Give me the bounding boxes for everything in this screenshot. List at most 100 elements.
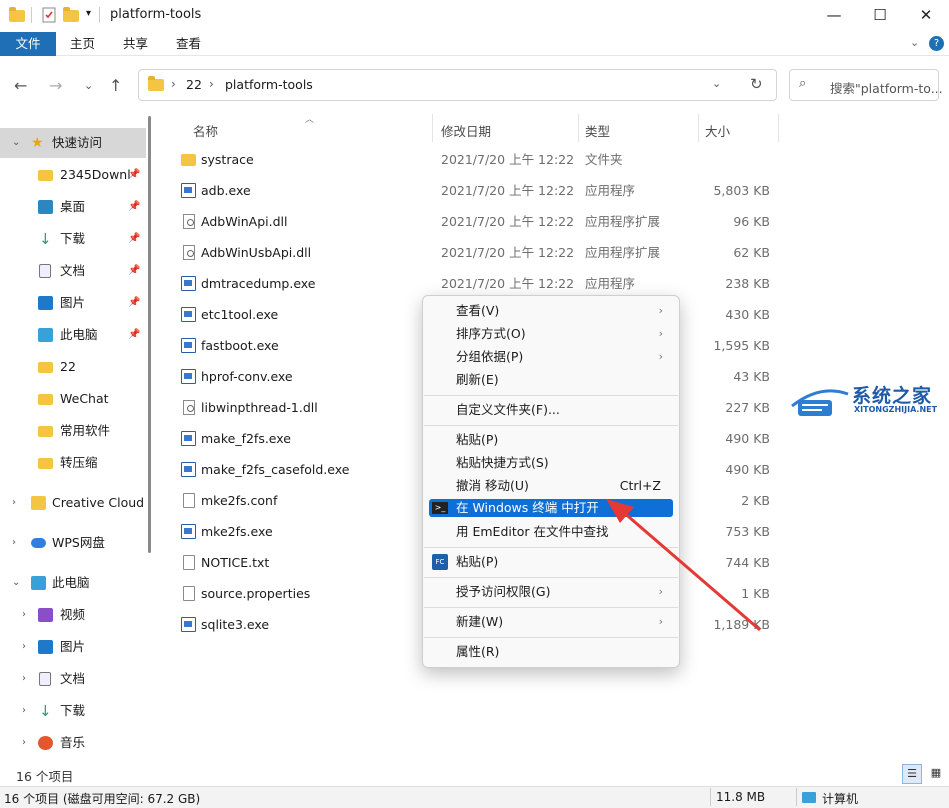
- column-size[interactable]: 大小: [705, 121, 730, 140]
- address-bar[interactable]: › 22 › platform-tools ⌄ ↻: [138, 69, 777, 101]
- column-divider[interactable]: [778, 114, 779, 142]
- folder-icon: [38, 426, 53, 437]
- sidebar-item-quick-access[interactable]: ⌄ ★ 快速访问: [0, 128, 146, 158]
- sidebar-item-label: 视频: [60, 607, 86, 622]
- application-icon: [181, 431, 196, 446]
- table-row[interactable]: AdbWinUsbApi.dll 2021/7/20 上午 12:22 应用程序扩展…: [160, 237, 780, 268]
- large-icons-view-icon[interactable]: ▦: [926, 764, 946, 784]
- menu-separator: [424, 425, 678, 426]
- search-icon: ⌕: [799, 76, 807, 91]
- sidebar-item-documents-pc[interactable]: › 文档: [0, 664, 146, 694]
- sidebar-item-compress[interactable]: 转压缩: [0, 448, 146, 478]
- chevron-down-icon[interactable]: ⌄: [12, 128, 20, 158]
- refresh-icon[interactable]: ↻: [750, 75, 763, 93]
- back-icon[interactable]: ←: [14, 76, 27, 95]
- menu-item-paste-shortcut[interactable]: 粘贴快捷方式(S): [429, 452, 673, 474]
- sidebar-item-label: 快速访问: [52, 135, 103, 150]
- menu-item-view[interactable]: 查看(V) ›: [429, 300, 673, 322]
- sidebar-item-wechat[interactable]: WeChat: [0, 384, 146, 414]
- sidebar-item-wps-cloud[interactable]: › WPS网盘: [0, 528, 146, 558]
- maximize-button[interactable]: ☐: [857, 0, 903, 32]
- application-icon: [181, 524, 196, 539]
- application-icon: [181, 369, 196, 384]
- sidebar-item-2345downl[interactable]: 2345Downl 📌: [0, 160, 146, 190]
- table-row[interactable]: AdbWinApi.dll 2021/7/20 上午 12:22 应用程序扩展 96 …: [160, 206, 780, 237]
- sidebar-item-common-software[interactable]: 常用软件: [0, 416, 146, 446]
- recent-locations-icon[interactable]: ⌄: [84, 79, 93, 92]
- breadcrumb-22[interactable]: 22: [186, 77, 202, 92]
- expand-ribbon-icon[interactable]: ⌄: [910, 36, 919, 49]
- picture-icon: [38, 296, 53, 310]
- sidebar-item-22[interactable]: 22: [0, 352, 146, 382]
- ribbon-tabs: 文件 主页 共享 查看 ⌄ ?: [0, 32, 949, 56]
- tab-view[interactable]: 查看: [166, 32, 211, 56]
- forward-icon[interactable]: →: [49, 76, 62, 95]
- sidebar-item-desktop[interactable]: 桌面 📌: [0, 192, 146, 222]
- sidebar-item-downloads-pc[interactable]: › ↓ 下载: [0, 696, 146, 726]
- chevron-right-icon[interactable]: ›: [12, 488, 16, 518]
- pin-icon: 📌: [128, 169, 141, 180]
- menu-item-customize-folder[interactable]: 自定义文件夹(F)...: [429, 399, 673, 421]
- chevron-right-icon[interactable]: ›: [22, 664, 26, 694]
- file-size: 430 KB: [725, 307, 770, 322]
- picture-icon: [38, 640, 53, 654]
- file-name: systrace: [201, 152, 254, 167]
- close-button[interactable]: ✕: [903, 0, 949, 32]
- help-icon[interactable]: ?: [929, 36, 944, 51]
- sidebar-item-pictures-pc[interactable]: › 图片: [0, 632, 146, 662]
- menu-item-paste[interactable]: 粘贴(P): [429, 429, 673, 451]
- minimize-button[interactable]: —: [811, 0, 857, 32]
- menu-item-label: 排序方式(O): [456, 326, 526, 341]
- sidebar-scrollbar[interactable]: [148, 116, 151, 553]
- details-view-icon[interactable]: ☰: [902, 764, 922, 784]
- breadcrumb-separator[interactable]: ›: [171, 77, 176, 91]
- column-divider[interactable]: [698, 114, 699, 142]
- column-divider[interactable]: [432, 114, 433, 142]
- tab-home[interactable]: 主页: [60, 32, 105, 56]
- chevron-right-icon[interactable]: ›: [22, 632, 26, 662]
- sidebar-item-label: 常用软件: [60, 423, 111, 438]
- new-folder-icon[interactable]: [63, 7, 79, 23]
- menu-item-sort-by[interactable]: 排序方式(O) ›: [429, 323, 673, 345]
- table-row[interactable]: systrace 2021/7/20 上午 12:22 文件夹: [160, 144, 780, 175]
- sidebar-item-videos[interactable]: › 视频: [0, 600, 146, 630]
- sidebar-item-this-pc[interactable]: ⌄ 此电脑: [0, 568, 146, 598]
- folder-icon: [38, 170, 53, 181]
- sidebar-item-pictures[interactable]: 图片 📌: [0, 288, 146, 318]
- breadcrumb-separator[interactable]: ›: [209, 77, 214, 91]
- menu-item-undo-move[interactable]: 撤消 移动(U) Ctrl+Z: [429, 475, 673, 497]
- menu-item-group-by[interactable]: 分组依据(P) ›: [429, 346, 673, 368]
- column-type[interactable]: 类型: [585, 121, 610, 140]
- pin-icon: 📌: [128, 265, 141, 276]
- search-box[interactable]: ⌕ 搜索"platform-to...: [789, 69, 943, 101]
- tab-file[interactable]: 文件: [0, 32, 56, 56]
- up-icon[interactable]: ↑: [109, 76, 122, 95]
- chevron-right-icon[interactable]: ›: [22, 728, 26, 758]
- column-date[interactable]: 修改日期: [441, 121, 491, 140]
- menu-item-refresh[interactable]: 刷新(E): [429, 369, 673, 391]
- properties-icon[interactable]: [41, 7, 57, 23]
- column-name[interactable]: 名称: [193, 121, 218, 140]
- sidebar-item-music[interactable]: › 音乐: [0, 728, 146, 758]
- sidebar-item-downloads[interactable]: ↓ 下载 📌: [0, 224, 146, 254]
- column-divider[interactable]: [578, 114, 579, 142]
- sidebar-item-label: WeChat: [60, 391, 109, 406]
- chevron-right-icon[interactable]: ›: [22, 600, 26, 630]
- menu-item-label: 粘贴(P): [456, 432, 499, 447]
- chevron-right-icon[interactable]: ›: [22, 696, 26, 726]
- application-icon: [181, 462, 196, 477]
- sidebar-item-creative-cloud[interactable]: › Creative Cloud: [0, 488, 146, 518]
- customize-dropdown-icon[interactable]: ▾: [86, 8, 91, 19]
- tab-share[interactable]: 共享: [113, 32, 158, 56]
- menu-item-properties[interactable]: 属性(R): [429, 641, 673, 663]
- address-dropdown-icon[interactable]: ⌄: [712, 77, 721, 90]
- sidebar-item-this-pc-pinned[interactable]: 此电脑 📌: [0, 320, 146, 350]
- sidebar-item-documents[interactable]: 文档 📌: [0, 256, 146, 286]
- table-row[interactable]: adb.exe 2021/7/20 上午 12:22 应用程序 5,803 KB: [160, 175, 780, 206]
- chevron-right-icon[interactable]: ›: [12, 528, 16, 558]
- menu-shortcut: Ctrl+Z: [619, 478, 661, 493]
- file-size: 490 KB: [725, 462, 770, 477]
- chevron-down-icon[interactable]: ⌄: [12, 568, 20, 598]
- file-size: 238 KB: [725, 276, 770, 291]
- breadcrumb-platform-tools[interactable]: platform-tools: [225, 77, 313, 92]
